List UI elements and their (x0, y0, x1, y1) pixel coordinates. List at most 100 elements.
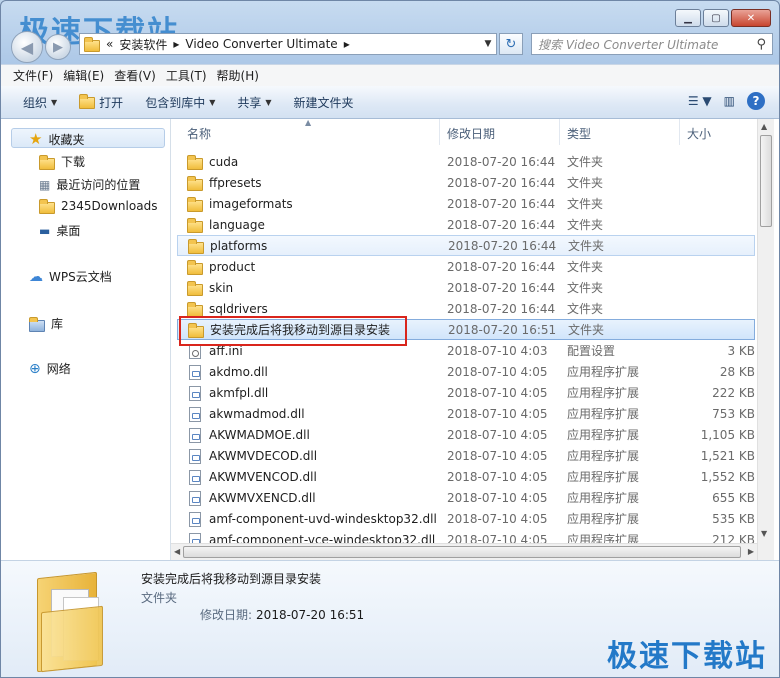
refresh-button[interactable]: ↻ (499, 33, 523, 55)
downloads-folder-icon (39, 154, 55, 170)
vertical-scrollbar[interactable]: ▲ ▼ (757, 119, 774, 560)
file-row[interactable]: AKWMVDECOD.dll 2018-07-10 4:05 应用程序扩展 1,521… (177, 445, 755, 466)
nav-2345downloads-label: 2345Downloads (61, 199, 158, 213)
preview-pane-icon[interactable]: ▥ (724, 94, 735, 108)
details-date-label: 修改日期: (200, 608, 253, 622)
file-name: akmfpl.dll (209, 385, 269, 400)
organize-button[interactable]: 组织 ▼ (23, 94, 57, 111)
scroll-down-icon[interactable]: ▼ (761, 529, 767, 538)
folder-icon (187, 301, 203, 317)
star-icon: ★ (29, 130, 43, 148)
file-type: 文件夹 (567, 155, 604, 169)
file-row[interactable]: akwmadmod.dll 2018-07-10 4:05 应用程序扩展 753 KB (177, 403, 755, 424)
include-library-label: 包含到库中 (145, 95, 206, 110)
column-date[interactable]: 修改日期 (447, 125, 495, 142)
file-name-cell: language (187, 217, 265, 233)
file-row[interactable]: platforms 2018-07-20 16:44 文件夹 (177, 235, 755, 256)
dll-file-icon (187, 511, 203, 527)
nav-favorites[interactable]: ★ 收藏夹 (29, 130, 84, 148)
maximize-icon: ▢ (711, 12, 721, 24)
view-options-icon[interactable]: ☰ ▼ (688, 94, 712, 108)
menu-help[interactable]: 帮助(H) (217, 67, 259, 84)
file-row[interactable]: language 2018-07-20 16:44 文件夹 (177, 214, 755, 235)
chevron-down-icon[interactable]: ▼ (480, 39, 496, 49)
help-icon[interactable]: ? (747, 92, 765, 110)
open-button[interactable]: 打开 (79, 94, 123, 111)
file-name-cell: cuda (187, 154, 238, 170)
file-row[interactable]: AKWMADMOE.dll 2018-07-10 4:05 应用程序扩展 1,105 … (177, 424, 755, 445)
file-date: 2018-07-10 4:05 (447, 511, 548, 526)
dll-file-icon (187, 406, 203, 422)
menu-view[interactable]: 查看(V) (114, 67, 156, 84)
scroll-left-icon[interactable]: ◀ (174, 547, 180, 556)
search-input[interactable]: 搜索 Video Converter Ultimate ⚲ (531, 33, 773, 55)
scroll-up-icon[interactable]: ▲ (761, 122, 767, 131)
include-library-button[interactable]: 包含到库中 ▼ (145, 94, 215, 111)
back-button[interactable]: ◀ (11, 31, 43, 63)
file-row[interactable]: AKWMVENCOD.dll 2018-07-10 4:05 应用程序扩展 1,552… (177, 466, 755, 487)
nav-library[interactable]: 库 (29, 315, 63, 332)
file-row[interactable]: akdmo.dll 2018-07-10 4:05 应用程序扩展 28 KB (177, 361, 755, 382)
file-name: akdmo.dll (209, 364, 268, 379)
menu-edit[interactable]: 编辑(E) (63, 67, 104, 84)
recent-places-icon: ▦ (39, 177, 51, 192)
share-button[interactable]: 共享 ▼ (237, 94, 271, 111)
file-row[interactable]: skin 2018-07-20 16:44 文件夹 (177, 277, 755, 298)
nav-downloads[interactable]: 下载 (39, 153, 85, 170)
details-type: 文件夹 (141, 591, 178, 605)
breadcrumb-separator[interactable]: ▸ (173, 37, 179, 51)
search-icon[interactable]: ⚲ (756, 37, 766, 52)
column-type[interactable]: 类型 (567, 125, 591, 142)
horizontal-scroll-thumb[interactable] (183, 546, 741, 558)
details-date-value: 2018-07-20 16:51 (256, 608, 365, 622)
column-divider[interactable] (679, 119, 680, 145)
cloud-icon: ☁ (29, 268, 43, 285)
command-bar: 组织 ▼ 打开 包含到库中 ▼ 共享 ▼ 新建文件夹 ☰ ▼ ▥ ? (1, 86, 779, 119)
nav-favorites-label: 收藏夹 (48, 132, 85, 147)
breadcrumb-segment-install[interactable]: 安装软件 (119, 36, 167, 53)
folder-icon (188, 238, 204, 254)
file-row[interactable]: amf-component-uvd-windesktop32.dll 2018-0… (177, 508, 755, 529)
column-divider[interactable] (439, 119, 440, 145)
vertical-scroll-thumb[interactable] (760, 135, 772, 227)
new-folder-button[interactable]: 新建文件夹 (294, 94, 354, 111)
address-bar[interactable]: « 安装软件 ▸ Video Converter Ultimate ▸ ▼ (79, 33, 497, 55)
network-icon: ⊕ (29, 360, 41, 377)
file-row[interactable]: ffpresets 2018-07-20 16:44 文件夹 (177, 172, 755, 193)
menu-tools[interactable]: 工具(T) (166, 67, 207, 84)
scroll-right-icon[interactable]: ▶ (748, 547, 754, 556)
file-row[interactable]: akmfpl.dll 2018-07-10 4:05 应用程序扩展 222 KB (177, 382, 755, 403)
nav-recent[interactable]: ▦ 最近访问的位置 (39, 176, 140, 193)
maximize-button[interactable]: ▢ (703, 9, 729, 27)
horizontal-scrollbar[interactable]: ◀ ▶ (171, 543, 757, 560)
nav-network[interactable]: ⊕ 网络 (29, 360, 71, 377)
column-divider[interactable] (559, 119, 560, 145)
file-name-cell: ffpresets (187, 175, 262, 191)
file-size: 655 KB (712, 490, 755, 505)
forward-button[interactable]: ▶ (45, 34, 71, 60)
column-size[interactable]: 大小 (687, 125, 711, 142)
file-row[interactable]: cuda 2018-07-20 16:44 文件夹 (177, 151, 755, 172)
nav-desktop[interactable]: ▬ 桌面 (39, 222, 80, 239)
breadcrumb-segment-vcu[interactable]: Video Converter Ultimate (185, 37, 337, 51)
dll-file-icon (187, 364, 203, 380)
breadcrumb-separator[interactable]: ▸ (344, 37, 350, 51)
explorer-window: 极速下载站 ▁ ▢ ✕ ◀ ▶ « 安装软件 ▸ Video Converter… (0, 0, 780, 678)
menu-file[interactable]: 文件(F) (13, 67, 53, 84)
breadcrumb-overflow[interactable]: « (106, 37, 113, 51)
file-row[interactable]: AKWMVXENCD.dll 2018-07-10 4:05 应用程序扩展 655 K… (177, 487, 755, 508)
file-size: 1,105 KB (700, 427, 755, 442)
nav-2345downloads[interactable]: 2345Downloads (39, 199, 158, 214)
file-name: language (209, 217, 265, 232)
minimize-button[interactable]: ▁ (675, 9, 701, 27)
details-name: 安装完成后将我移动到源目录安装 (141, 572, 322, 586)
file-date: 2018-07-20 16:44 (448, 238, 557, 253)
file-row[interactable]: imageformats 2018-07-20 16:44 文件夹 (177, 193, 755, 214)
chevron-down-icon: ▼ (209, 97, 216, 107)
close-button[interactable]: ✕ (731, 9, 771, 27)
nav-recent-label: 最近访问的位置 (56, 178, 141, 192)
file-row[interactable]: product 2018-07-20 16:44 文件夹 (177, 256, 755, 277)
column-name[interactable]: 名称 (187, 125, 211, 142)
file-name-cell: imageformats (187, 196, 293, 212)
nav-wps-cloud[interactable]: ☁ WPS云文档 (29, 268, 112, 285)
